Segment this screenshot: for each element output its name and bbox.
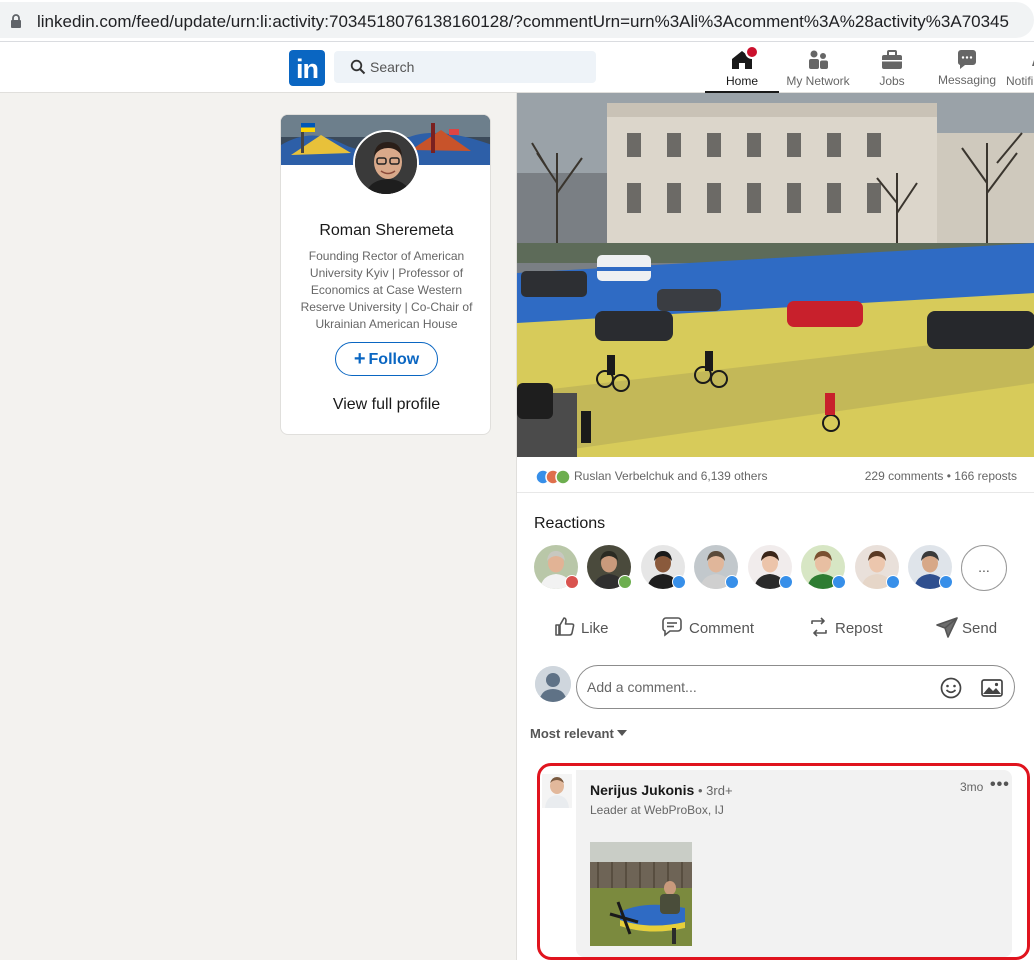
url-text[interactable]: linkedin.com/feed/update/urn:li:activity… bbox=[37, 12, 1009, 32]
nav-messaging-label: Messaging bbox=[937, 73, 997, 87]
url-domain: linkedin.com bbox=[37, 12, 132, 31]
thumbs-up-icon bbox=[555, 617, 575, 636]
author-profile-card: Roman Sheremeta Founding Rector of Ameri… bbox=[280, 114, 491, 435]
reaction-icons[interactable] bbox=[535, 469, 571, 485]
send-button[interactable]: Send bbox=[935, 611, 1005, 645]
commenter-headline: Leader at WebProBox, IJ bbox=[590, 803, 724, 817]
follow-button[interactable]: + Follow bbox=[335, 342, 438, 376]
current-user-avatar bbox=[535, 666, 571, 702]
nav-my-network[interactable]: My Network bbox=[781, 42, 855, 93]
browser-url-bar[interactable]: linkedin.com/feed/update/urn:li:activity… bbox=[0, 0, 1034, 42]
chat-icon bbox=[957, 50, 976, 69]
connection-degree: • 3rd+ bbox=[698, 783, 733, 798]
social-counts-bar: Ruslan Verbelchuk and 6,139 others 229 c… bbox=[517, 457, 1034, 493]
comment-bubble: Nerijus Jukonis • 3rd+ Leader at WebProB… bbox=[576, 770, 1012, 957]
address-field[interactable]: linkedin.com/feed/update/urn:li:activity… bbox=[0, 2, 1034, 38]
lock-icon bbox=[11, 14, 21, 28]
plus-icon: + bbox=[353, 348, 366, 370]
like-button[interactable]: Like bbox=[553, 611, 623, 645]
comment-icon bbox=[662, 617, 682, 637]
nav-notifications-label: Notifi bbox=[1006, 74, 1034, 88]
comment-input[interactable] bbox=[587, 666, 927, 708]
notification-dot bbox=[745, 45, 759, 59]
search-box[interactable] bbox=[334, 51, 596, 83]
search-icon bbox=[350, 59, 366, 75]
people-icon bbox=[809, 50, 828, 69]
nav-jobs-label: Jobs bbox=[879, 74, 905, 88]
default-avatar-icon bbox=[535, 666, 571, 702]
repost-label: Repost bbox=[835, 620, 883, 637]
like-label: Like bbox=[581, 620, 609, 637]
reaction-badge-icon bbox=[618, 575, 632, 589]
nav-my-network-label: My Network bbox=[786, 74, 850, 88]
reaction-badge-icon bbox=[832, 575, 846, 589]
sort-label: Most relevant bbox=[530, 726, 614, 741]
caret-down-icon bbox=[616, 730, 627, 736]
repost-icon bbox=[811, 617, 827, 637]
author-headline: Founding Rector of American University K… bbox=[300, 249, 473, 331]
post-actions: Like Comment Repost Send bbox=[517, 611, 1034, 645]
bell-icon bbox=[1032, 60, 1034, 66]
author-name[interactable]: Roman Sheremeta bbox=[281, 222, 490, 240]
reactors-summary[interactable]: Ruslan Verbelchuk and 6,139 others bbox=[574, 469, 767, 483]
comment-sort-dropdown[interactable]: Most relevant bbox=[530, 726, 627, 741]
search-input[interactable] bbox=[370, 51, 590, 83]
nav-messaging[interactable]: Messaging bbox=[930, 42, 1004, 93]
author-photo bbox=[355, 132, 417, 194]
view-full-profile-link[interactable]: View full profile bbox=[281, 396, 490, 414]
send-icon bbox=[936, 617, 958, 638]
repost-button[interactable]: Repost bbox=[807, 611, 887, 645]
commenter-photo bbox=[542, 774, 572, 808]
comment-options-button[interactable]: ••• bbox=[990, 776, 1010, 794]
url-path: /feed/update/urn:li:activity:70345180761… bbox=[131, 12, 1009, 31]
comment-box[interactable] bbox=[576, 665, 1015, 709]
reaction-badge-icon bbox=[939, 575, 953, 589]
reaction-badge-icon bbox=[725, 575, 739, 589]
send-label: Send bbox=[962, 620, 998, 637]
nav-home-label: Home bbox=[725, 74, 758, 88]
post-image[interactable] bbox=[517, 93, 1034, 457]
reactions-heading: Reactions bbox=[534, 515, 606, 532]
comment-repost-counts[interactable]: 229 comments • 166 reposts bbox=[865, 469, 1017, 483]
comment-timestamp: 3mo bbox=[960, 780, 984, 794]
briefcase-icon bbox=[882, 50, 902, 69]
nav-jobs[interactable]: Jobs bbox=[856, 42, 928, 93]
commenter-name[interactable]: Nerijus Jukonis bbox=[590, 782, 694, 798]
post-detail: Ruslan Verbelchuk and 6,139 others 229 c… bbox=[516, 93, 1034, 960]
reaction-badge-icon bbox=[886, 575, 900, 589]
top-nav: in Home My Network Jobs Me bbox=[0, 42, 1034, 93]
reaction-badge-icon bbox=[672, 575, 686, 589]
comment-image[interactable] bbox=[590, 842, 692, 946]
linkedin-logo[interactable]: in bbox=[289, 50, 325, 86]
commenter-avatar[interactable] bbox=[542, 774, 572, 808]
follow-label: Follow bbox=[368, 351, 420, 368]
emoji-icon[interactable] bbox=[939, 676, 963, 700]
comment-button[interactable]: Comment bbox=[660, 611, 760, 645]
highlighted-comment: Nerijus Jukonis • 3rd+ Leader at WebProB… bbox=[537, 763, 1030, 960]
image-icon[interactable] bbox=[980, 676, 1004, 700]
reaction-badge-icon bbox=[779, 575, 793, 589]
reaction-badge-icon bbox=[565, 575, 579, 589]
author-avatar[interactable] bbox=[353, 130, 419, 196]
nav-notifications[interactable]: Notifi bbox=[1006, 42, 1034, 93]
nav-home[interactable]: Home bbox=[705, 42, 779, 93]
comment-label: Comment bbox=[689, 620, 755, 637]
more-reactions-button[interactable]: ... bbox=[961, 545, 1007, 591]
